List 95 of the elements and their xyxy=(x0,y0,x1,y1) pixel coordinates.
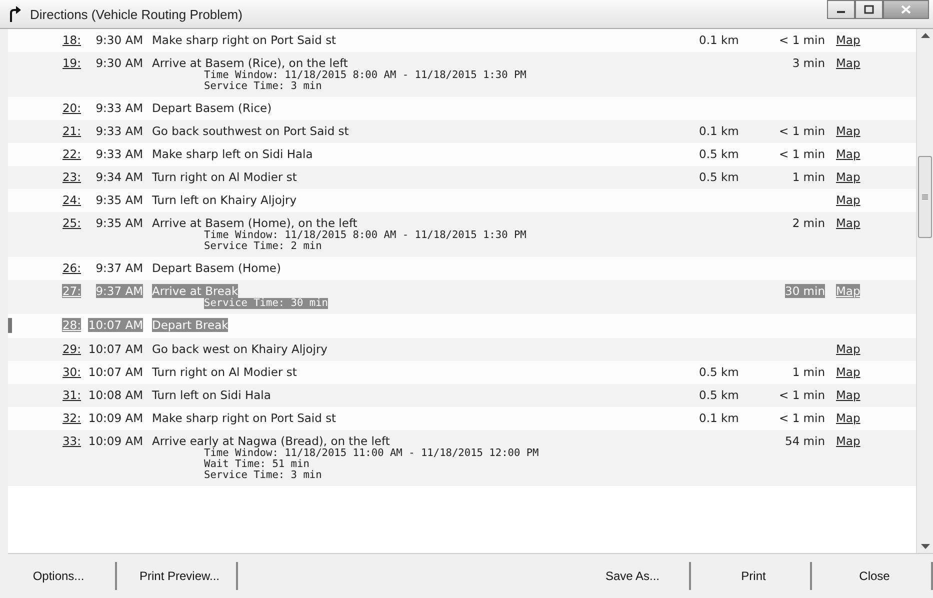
step-instruction: Depart Basem (Rice) xyxy=(152,101,272,115)
step-number[interactable]: 31: xyxy=(62,388,81,402)
step-time: 9:33 AM xyxy=(96,147,143,161)
step-number[interactable]: 18: xyxy=(62,33,81,47)
map-link[interactable]: Map xyxy=(836,365,860,379)
step-number[interactable]: 24: xyxy=(62,193,81,207)
step-number[interactable]: 23: xyxy=(62,170,81,184)
step-number[interactable]: 33: xyxy=(62,434,81,448)
step-duration: 1 min xyxy=(792,365,825,379)
minimize-button[interactable] xyxy=(827,0,855,19)
map-link[interactable]: Map xyxy=(836,147,860,161)
step-duration: < 1 min xyxy=(779,124,825,138)
step-detail: Service Time: 30 min xyxy=(204,298,328,309)
step-duration: < 1 min xyxy=(779,33,825,47)
step-number[interactable]: 21: xyxy=(62,124,81,138)
step-time: 9:37 AM xyxy=(96,261,143,275)
map-link[interactable]: Map xyxy=(836,193,860,207)
step-duration: 54 min xyxy=(785,434,825,448)
step-time: 10:07 AM xyxy=(88,342,143,356)
step-time: 9:35 AM xyxy=(96,193,143,207)
step-instruction: Arrive at Basem (Rice), on the left xyxy=(152,56,348,70)
step-distance: 0.5 km xyxy=(699,365,739,379)
step-distance: 0.5 km xyxy=(699,388,739,402)
step-duration: < 1 min xyxy=(779,411,825,425)
map-link[interactable]: Map xyxy=(836,33,860,47)
step-time: 10:09 AM xyxy=(88,434,143,448)
step-number[interactable]: 30: xyxy=(62,365,81,379)
scroll-up-icon[interactable] xyxy=(920,33,930,38)
map-link[interactable]: Map xyxy=(836,170,860,184)
step-detail: Service Time: 2 min xyxy=(204,241,322,252)
close-icon xyxy=(901,5,911,14)
step-distance: 0.1 km xyxy=(699,411,739,425)
window-title: Directions (Vehicle Routing Problem) xyxy=(30,6,244,22)
map-link[interactable]: Map xyxy=(836,434,860,448)
step-instruction: Turn right on Al Modier st xyxy=(152,365,297,379)
step-duration: 1 min xyxy=(792,170,825,184)
step-time: 10:09 AM xyxy=(88,411,143,425)
maximize-icon xyxy=(864,5,874,14)
step-distance: 0.5 km xyxy=(699,147,739,161)
step-instruction: Depart Break xyxy=(152,318,228,332)
step-instruction: Go back southwest on Port Said st xyxy=(152,124,349,138)
maximize-button[interactable] xyxy=(855,0,883,19)
step-time: 9:30 AM xyxy=(96,33,143,47)
step-time: 9:37 AM xyxy=(96,284,143,298)
step-distance: 0.1 km xyxy=(699,124,739,138)
step-instruction: Make sharp right on Port Said st xyxy=(152,411,336,425)
step-number[interactable]: 32: xyxy=(62,411,81,425)
step-duration: < 1 min xyxy=(779,147,825,161)
step-instruction: Turn left on Sidi Hala xyxy=(152,388,271,402)
map-link[interactable]: Map xyxy=(836,411,860,425)
map-link[interactable]: Map xyxy=(836,388,860,402)
step-duration: 30 min xyxy=(785,284,825,298)
close-button[interactable] xyxy=(883,0,929,19)
map-link[interactable]: Map xyxy=(836,56,860,70)
step-detail: Service Time: 3 min xyxy=(204,81,322,92)
step-time: 9:33 AM xyxy=(96,124,143,138)
step-time: 9:30 AM xyxy=(96,56,143,70)
step-detail: Time Window: 11/18/2015 8:00 AM - 11/18/2015 1:30 PM xyxy=(204,70,526,81)
step-duration: 3 min xyxy=(792,56,825,70)
step-distance: 0.5 km xyxy=(699,170,739,184)
scroll-down-icon[interactable] xyxy=(920,544,930,549)
step-number[interactable]: 29: xyxy=(62,342,81,356)
step-instruction: Turn left on Khairy Aljojry xyxy=(152,193,297,207)
step-time: 10:08 AM xyxy=(88,388,143,402)
step-instruction: Turn right on Al Modier st xyxy=(152,170,297,184)
step-instruction: Arrive at Basem (Home), on the left xyxy=(152,216,358,230)
step-detail: Service Time: 3 min xyxy=(204,470,322,481)
step-time: 9:35 AM xyxy=(96,216,143,230)
step-instruction: Depart Basem (Home) xyxy=(152,261,281,275)
step-instruction: Go back west on Khairy Aljojry xyxy=(152,342,328,356)
step-number[interactable]: 26: xyxy=(62,261,81,275)
step-time: 10:07 AM xyxy=(88,365,143,379)
map-link[interactable]: Map xyxy=(836,216,860,230)
step-time: 9:34 AM xyxy=(96,170,143,184)
step-duration: < 1 min xyxy=(779,388,825,402)
step-number[interactable]: 19: xyxy=(62,56,81,70)
step-number[interactable]: 20: xyxy=(62,101,81,115)
step-instruction: Make sharp left on Sidi Hala xyxy=(152,147,313,161)
map-link[interactable]: Map xyxy=(836,124,860,138)
step-instruction: Arrive early at Nagwa (Bread), on the left xyxy=(152,434,390,448)
step-duration: 2 min xyxy=(792,216,825,230)
turn-arrow-icon xyxy=(8,6,22,22)
step-distance: 0.1 km xyxy=(699,33,739,47)
map-link[interactable]: Map xyxy=(836,342,860,356)
scroll-thumb[interactable] xyxy=(918,156,932,238)
step-instruction: Make sharp right on Port Said st xyxy=(152,33,336,47)
vertical-scrollbar[interactable] xyxy=(916,29,933,553)
step-instruction: Arrive at Break xyxy=(152,284,238,298)
step-time: 9:33 AM xyxy=(96,101,143,115)
step-time: 10:07 AM xyxy=(88,318,143,332)
step-number[interactable]: 22: xyxy=(62,147,81,161)
step-number[interactable]: 25: xyxy=(62,216,81,230)
step-detail: Time Window: 11/18/2015 11:00 AM - 11/18/2015 12:00 PM xyxy=(204,448,539,459)
step-detail: Wait Time: 51 min xyxy=(204,459,310,470)
step-detail: Time Window: 11/18/2015 8:00 AM - 11/18/2015 1:30 PM xyxy=(204,230,526,241)
